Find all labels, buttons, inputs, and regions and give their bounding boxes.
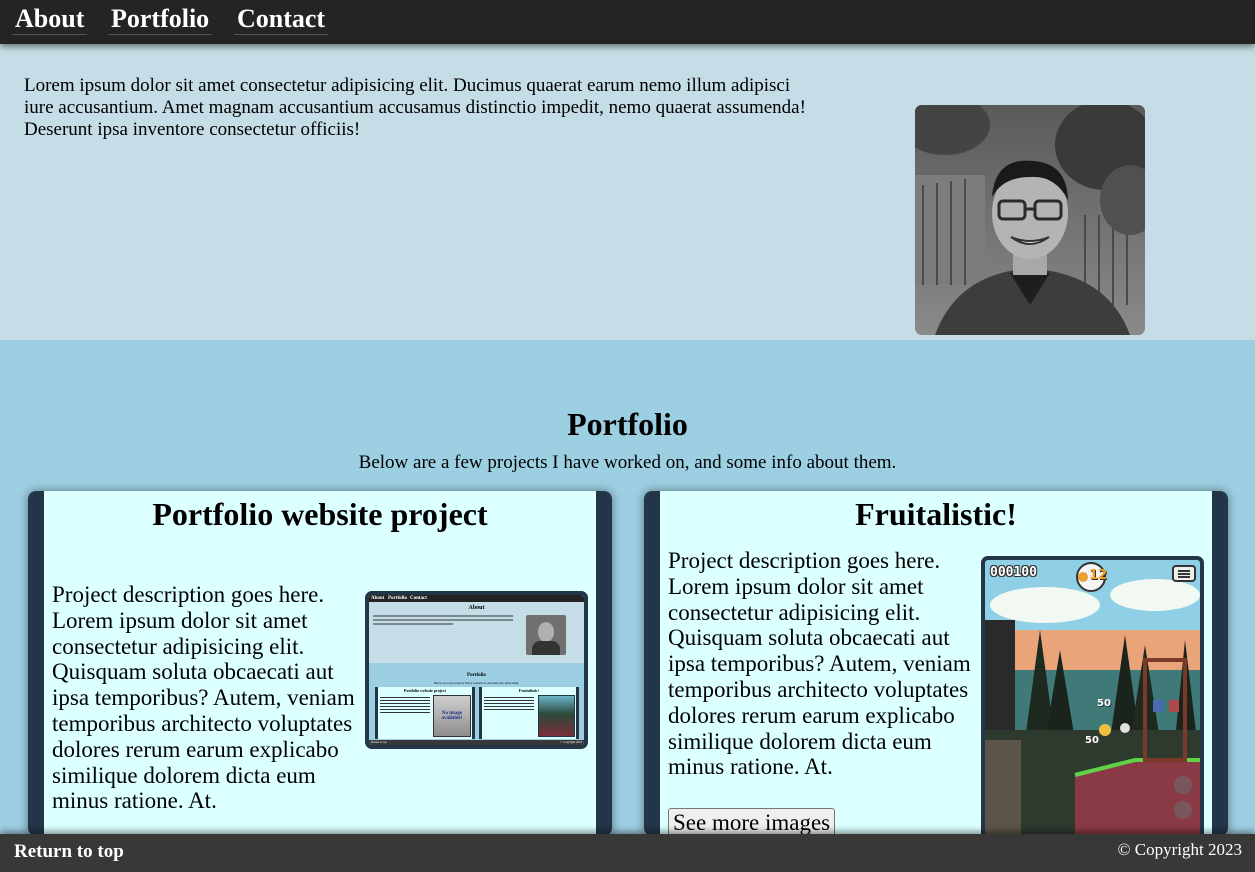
mini-portfolio-subtitle: Below are a few projects I have worked o… bbox=[434, 681, 519, 685]
mini-portfolio-title: Portfolio bbox=[467, 673, 486, 678]
nav-portfolio-link[interactable]: Portfolio bbox=[108, 4, 213, 35]
game-score: 000100 bbox=[990, 565, 1037, 580]
mini-nav: About Portfolio Contact bbox=[369, 595, 584, 602]
profile-photo-graphic bbox=[915, 105, 1145, 335]
mini-footer-right: © Copyright 2023 bbox=[560, 740, 582, 744]
top-nav: About Portfolio Contact bbox=[0, 0, 1255, 44]
project-card-fruitalistic: Fruitalistic! Project description goes h… bbox=[644, 491, 1228, 836]
project-screenshot-thumbnail[interactable]: About Portfolio Contact About Portfolio … bbox=[365, 591, 588, 749]
nav-about-link[interactable]: About bbox=[12, 4, 88, 35]
mini-footer-left: Return to top bbox=[371, 740, 387, 744]
project-description: Project description goes here. Lorem ips… bbox=[52, 582, 355, 814]
mini-portrait bbox=[526, 615, 566, 655]
mini-card-2: Fruitalistic! bbox=[479, 687, 579, 739]
mini-footer: Return to top © Copyright 2023 bbox=[369, 740, 584, 745]
game-points-a: 50 bbox=[1097, 698, 1111, 709]
mini-card-2-title: Fruitalistic! bbox=[518, 688, 540, 693]
about-section: Lorem ipsum dolor sit amet consectetur a… bbox=[0, 44, 1255, 340]
project-description: Project description goes here. Lorem ips… bbox=[668, 548, 971, 780]
mini-no-image-text: No image available! bbox=[441, 711, 463, 721]
game-points-b: 50 bbox=[1085, 735, 1099, 746]
portfolio-title: Portfolio bbox=[567, 406, 688, 442]
about-text: Lorem ipsum dolor sit amet consectetur a… bbox=[24, 75, 806, 140]
game-screenshot[interactable]: 000100 12 50 50 bbox=[981, 556, 1204, 836]
return-to-top-link[interactable]: Return to top bbox=[14, 841, 124, 863]
project-title: Portfolio website project bbox=[152, 496, 488, 532]
mini-about-title: About bbox=[468, 605, 485, 611]
mini-game-thumb bbox=[538, 695, 575, 737]
mini-nav-portfolio: Portfolio bbox=[388, 596, 407, 601]
project-card-body: Fruitalistic! Project description goes h… bbox=[660, 491, 1212, 836]
mini-nav-contact: Contact bbox=[410, 596, 427, 601]
nav-contact-link[interactable]: Contact bbox=[234, 4, 329, 35]
game-fruit-count: 12 bbox=[1089, 568, 1108, 583]
mini-nav-about: About bbox=[371, 596, 385, 601]
mini-card-1: Portfolio website project No image avail… bbox=[375, 687, 475, 739]
mini-site-preview: About Portfolio Contact About Portfolio … bbox=[369, 595, 584, 745]
profile-photo bbox=[915, 105, 1145, 335]
project-title: Fruitalistic! bbox=[855, 496, 1017, 532]
see-more-images-button[interactable]: See more images bbox=[668, 808, 836, 836]
mini-about-lines bbox=[373, 615, 513, 625]
copyright-text: © Copyright 2023 bbox=[1117, 840, 1242, 859]
project-card-body: Portfolio website project Project descri… bbox=[44, 491, 596, 836]
project-card-portfolio-website: Portfolio website project Project descri… bbox=[28, 491, 612, 836]
game-scene bbox=[985, 560, 1200, 836]
page-footer: Return to top © Copyright 2023 bbox=[0, 834, 1255, 872]
mini-no-image-placeholder: No image available! bbox=[433, 695, 471, 737]
portfolio-subtitle: Below are a few projects I have worked o… bbox=[358, 452, 897, 473]
mini-card-1-title: Portfolio website project bbox=[404, 688, 446, 693]
